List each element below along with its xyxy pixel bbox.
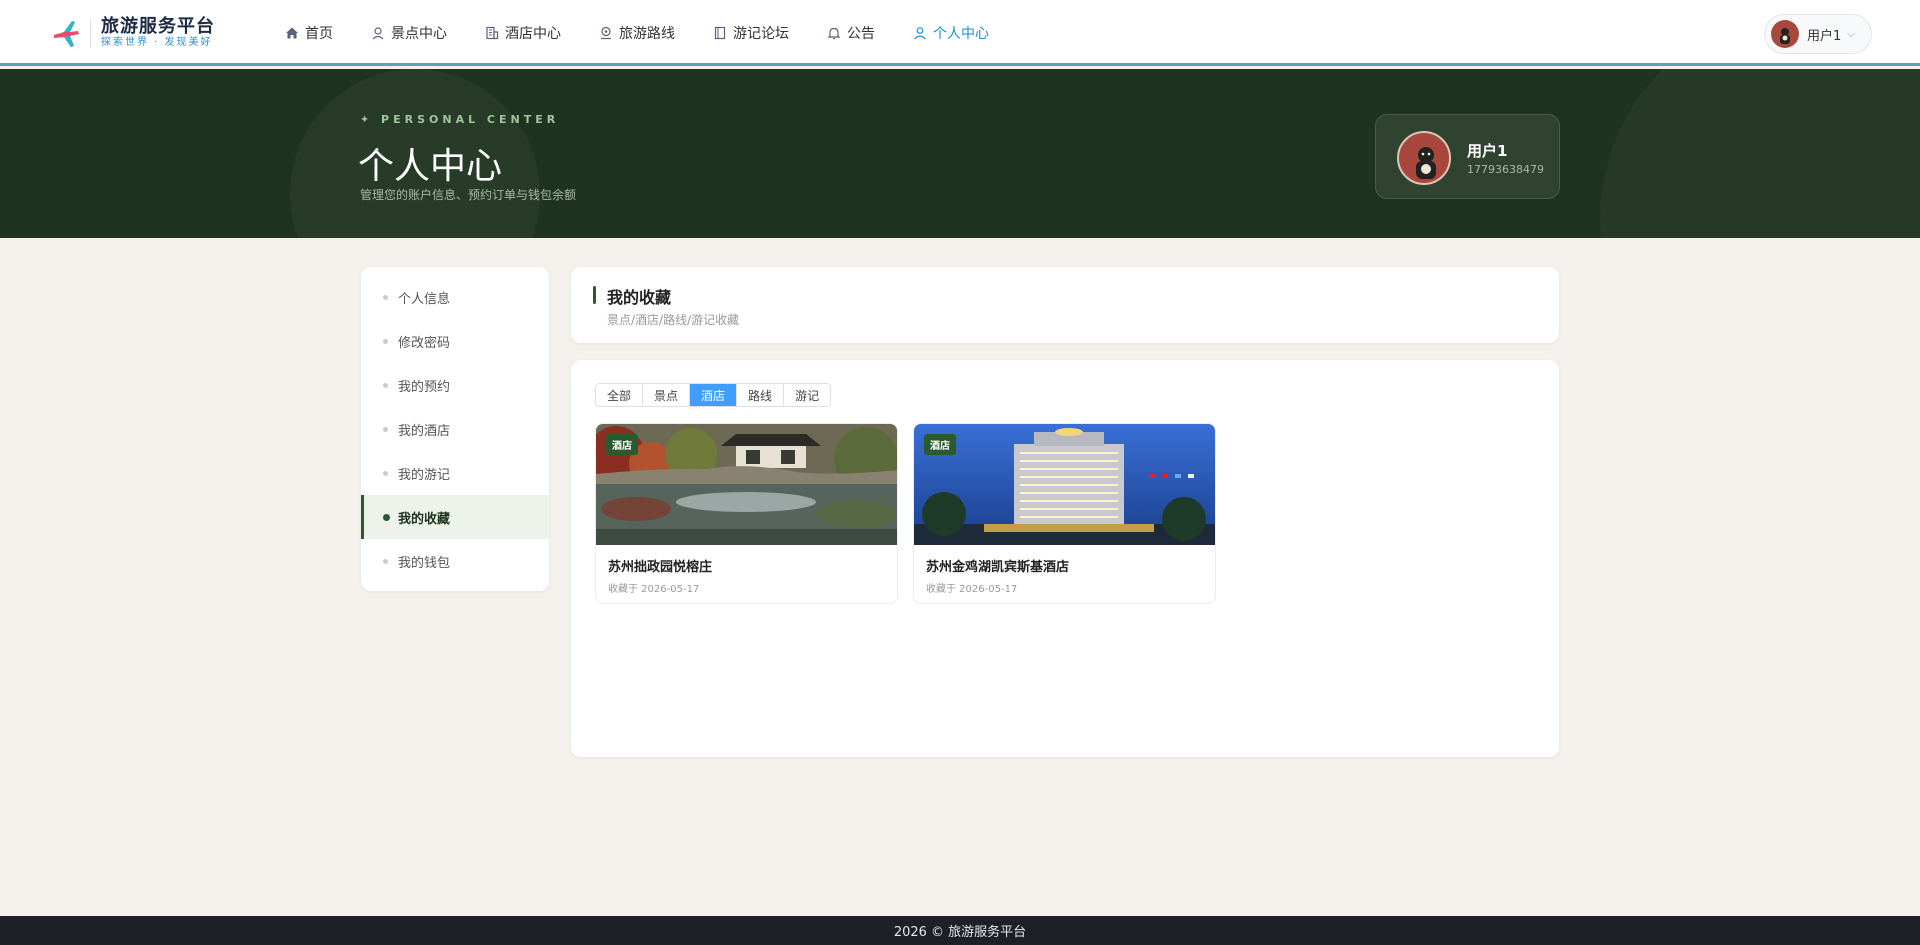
hotel-photo-icon bbox=[914, 424, 1215, 545]
nav-personal-center[interactable]: 个人中心 bbox=[913, 23, 989, 43]
bullet-icon bbox=[383, 514, 390, 521]
bullet-icon bbox=[383, 339, 388, 344]
favorite-name: 苏州拙政园悦榕庄 bbox=[608, 560, 713, 575]
bullet-icon bbox=[383, 471, 388, 476]
section-header: 我的收藏 景点/酒店/路线/游记收藏 bbox=[571, 267, 1559, 343]
hero-banner: ✦ PERSONAL CENTER 个人中心 管理您的账户信息、预约订单与钱包余… bbox=[0, 69, 1920, 238]
nav-hotels[interactable]: 酒店中心 bbox=[485, 23, 561, 43]
bullet-icon bbox=[383, 295, 388, 300]
brand-name: 旅游服务平台 bbox=[101, 16, 215, 37]
page-title: 个人中心 bbox=[358, 146, 503, 187]
favorite-date: 收藏于 2026-05-17 bbox=[608, 584, 700, 595]
notebook-icon bbox=[714, 26, 726, 40]
chevron-down-icon: ⌵ bbox=[1847, 28, 1855, 40]
nav-home[interactable]: 首页 bbox=[285, 23, 333, 43]
bullet-icon bbox=[383, 427, 388, 432]
nav-announcements[interactable]: 公告 bbox=[827, 23, 875, 43]
tab-attractions[interactable]: 景点 bbox=[643, 384, 691, 406]
sidebar-item-label: 我的游记 bbox=[398, 467, 451, 483]
sidebar-item-hotels[interactable]: 我的酒店 bbox=[361, 407, 549, 451]
route-icon bbox=[601, 26, 611, 40]
favorite-card[interactable]: 酒店 苏州金鸡湖凯宾斯基酒店 收藏于 2026-05-17 bbox=[913, 423, 1216, 604]
favorite-card[interactable]: 酒店 苏州拙政园悦榕庄 收藏于 2026-05-17 bbox=[595, 423, 898, 604]
nav-attractions-label: 景点中心 bbox=[391, 26, 447, 42]
tab-routes[interactable]: 路线 bbox=[737, 384, 785, 406]
profile-phone: 17793638479 bbox=[1467, 163, 1544, 176]
nav-personal-center-label: 个人中心 bbox=[933, 26, 989, 42]
main-menu: 首页 景点中心 酒店中心 旅游路线 游记论坛 公告 个人中心 bbox=[285, 0, 1027, 66]
sidebar-item-favorites[interactable]: 我的收藏 bbox=[361, 495, 549, 539]
footer-text: 2026 © 旅游服务平台 bbox=[893, 925, 1027, 940]
tab-all[interactable]: 全部 bbox=[596, 384, 644, 406]
sidebar-item-label: 个人信息 bbox=[398, 291, 451, 307]
top-navbar: 旅游服务平台 探索世界 · 发现美好 首页 景点中心 酒店中心 旅游路线 游记论… bbox=[0, 0, 1920, 66]
sidebar-item-label: 我的钱包 bbox=[398, 555, 451, 571]
favorite-name: 苏州金鸡湖凯宾斯基酒店 bbox=[926, 560, 1070, 575]
location-icon bbox=[372, 27, 384, 40]
user-profile-card: 用户1 17793638479 bbox=[1375, 114, 1560, 199]
nav-home-label: 首页 bbox=[305, 26, 333, 42]
sidebar-item-label: 我的收藏 bbox=[398, 511, 451, 527]
tab-travelogues[interactable]: 游记 bbox=[784, 384, 831, 406]
sidebar-item-travelogues[interactable]: 我的游记 bbox=[361, 451, 549, 495]
sidebar-item-label: 修改密码 bbox=[398, 335, 451, 351]
nav-forum-label: 游记论坛 bbox=[733, 26, 789, 42]
section-accent-bar bbox=[593, 286, 596, 304]
user-menu-dropdown[interactable]: 用户1 ⌵ bbox=[1764, 14, 1872, 54]
sidebar-item-wallet[interactable]: 我的钱包 bbox=[361, 539, 549, 583]
nav-routes[interactable]: 旅游路线 bbox=[599, 23, 675, 43]
footer: 2026 © 旅游服务平台 bbox=[0, 916, 1920, 945]
profile-user-name: 用户1 bbox=[1467, 142, 1508, 160]
user-icon bbox=[914, 27, 926, 40]
sidebar-item-label: 我的预约 bbox=[398, 379, 451, 395]
tab-hotels[interactable]: 酒店 bbox=[690, 384, 738, 406]
sidebar-item-profile[interactable]: 个人信息 bbox=[361, 275, 549, 319]
brand-divider bbox=[90, 19, 91, 47]
favorite-date: 收藏于 2026-05-17 bbox=[926, 584, 1018, 595]
bell-icon bbox=[827, 27, 841, 40]
airplane-icon bbox=[54, 21, 79, 47]
home-icon bbox=[286, 27, 298, 39]
user-avatar-icon bbox=[1780, 28, 1790, 44]
section-title: 我的收藏 bbox=[607, 288, 672, 307]
section-subtitle: 景点/酒店/路线/游记收藏 bbox=[607, 313, 740, 327]
favorite-image: 酒店 bbox=[914, 424, 1215, 545]
favorite-type-tabs: 全部 景点 酒店 路线 游记 bbox=[595, 383, 832, 407]
personal-center-sidebar: 个人信息 修改密码 我的预约 我的酒店 我的游记 我的收藏 我的钱包 bbox=[361, 267, 549, 591]
nav-routes-label: 旅游路线 bbox=[619, 26, 675, 42]
avatar bbox=[1397, 131, 1451, 185]
sidebar-item-label: 我的酒店 bbox=[398, 423, 451, 439]
user-avatar-icon bbox=[1416, 147, 1436, 179]
hero-eyebrow: ✦ PERSONAL CENTER bbox=[360, 113, 560, 126]
nav-forum[interactable]: 游记论坛 bbox=[713, 23, 789, 43]
sidebar-item-reservations[interactable]: 我的预约 bbox=[361, 363, 549, 407]
hero-decoration bbox=[1600, 69, 1920, 238]
brand-logo[interactable]: 旅游服务平台 探索世界 · 发现美好 bbox=[50, 17, 215, 49]
favorite-type-badge: 酒店 bbox=[606, 434, 638, 455]
bullet-icon bbox=[383, 559, 388, 564]
nav-announcements-label: 公告 bbox=[847, 26, 875, 42]
favorite-image: 酒店 bbox=[596, 424, 897, 545]
nav-hotels-label: 酒店中心 bbox=[505, 26, 561, 42]
nav-attractions[interactable]: 景点中心 bbox=[371, 23, 447, 43]
favorites-panel: 全部 景点 酒店 路线 游记 酒店 苏州拙政园悦榕庄 收藏于 2026-05-1… bbox=[571, 360, 1559, 757]
sidebar-item-change-password[interactable]: 修改密码 bbox=[361, 319, 549, 363]
bullet-icon bbox=[383, 383, 388, 388]
garden-photo-icon bbox=[596, 424, 897, 545]
user-menu-name: 用户1 bbox=[1807, 28, 1842, 44]
brand-slogan: 探索世界 · 发现美好 bbox=[101, 37, 213, 48]
page-subtitle: 管理您的账户信息、预约订单与钱包余额 bbox=[360, 188, 577, 202]
avatar bbox=[1771, 20, 1799, 48]
building-icon bbox=[486, 26, 499, 40]
favorite-type-badge: 酒店 bbox=[924, 434, 956, 455]
